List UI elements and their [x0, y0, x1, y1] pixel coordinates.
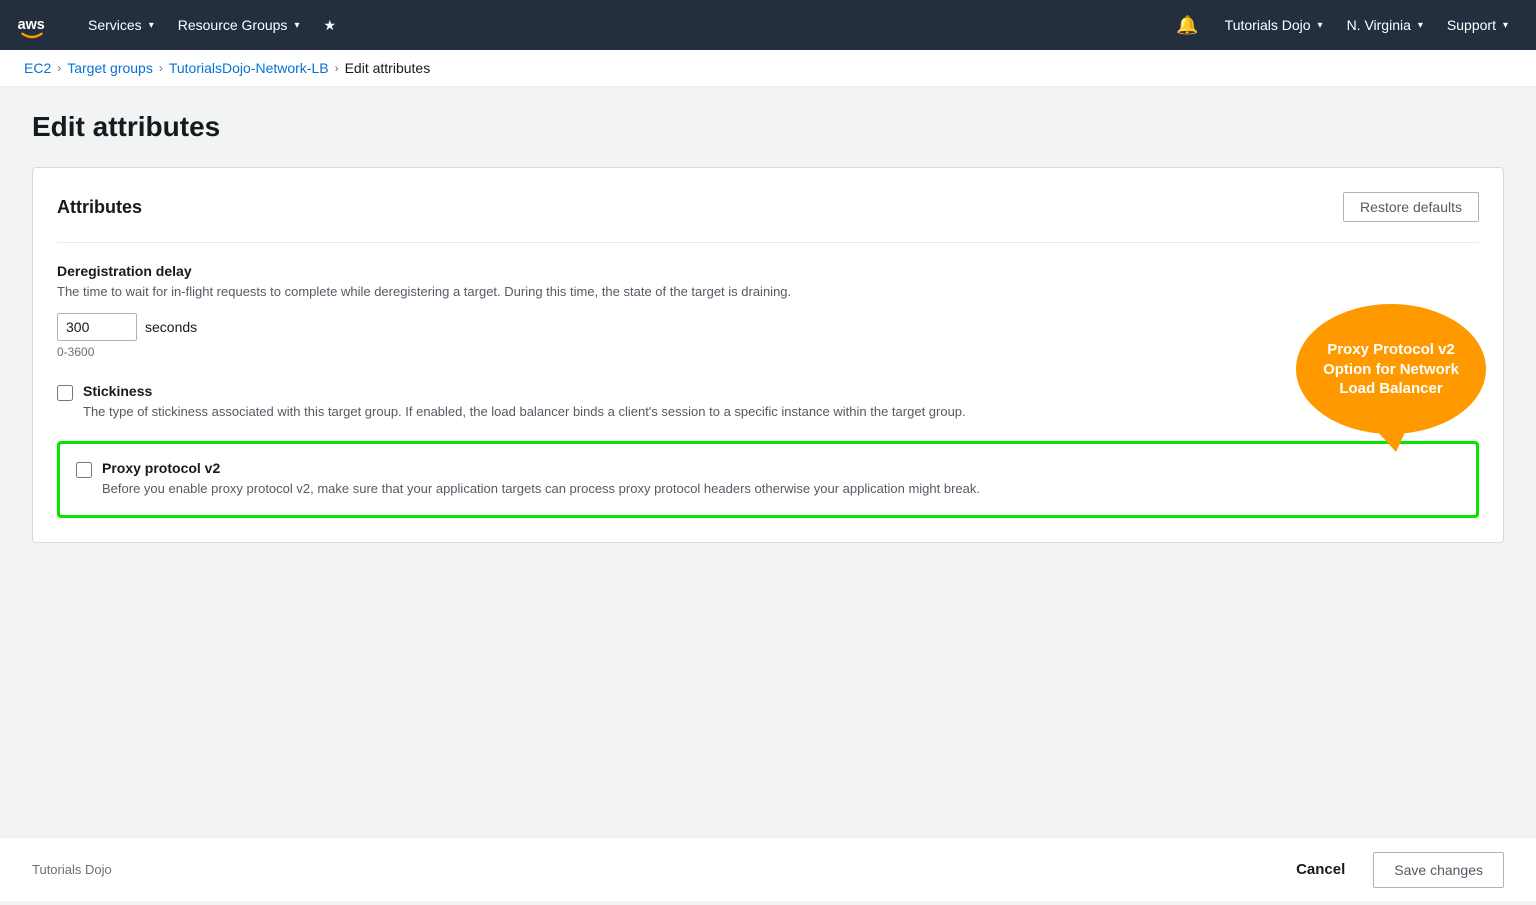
- attributes-card: Attributes Restore defaults Deregistrati…: [32, 167, 1504, 543]
- services-chevron-icon: ▾: [149, 20, 154, 31]
- stickiness-desc: The type of stickiness associated with t…: [83, 403, 966, 421]
- speech-bubble: Proxy Protocol v2 Option for Network Loa…: [1296, 304, 1486, 434]
- stickiness-label: Stickiness: [83, 383, 966, 399]
- stickiness-row: Stickiness The type of stickiness associ…: [57, 383, 1479, 421]
- footer: Tutorials Dojo Cancel Save changes: [0, 837, 1536, 901]
- proxy-protocol-content: Proxy protocol v2 Before you enable prox…: [102, 460, 980, 498]
- footer-brand: Tutorials Dojo: [32, 862, 112, 877]
- save-changes-button[interactable]: Save changes: [1373, 852, 1504, 888]
- region-chevron-icon: ▾: [1418, 20, 1423, 31]
- breadcrumb-sep-3: ›: [335, 61, 339, 75]
- svg-text:aws: aws: [18, 17, 45, 33]
- bookmark-icon: ★: [323, 17, 336, 34]
- card-title: Attributes: [57, 197, 142, 218]
- breadcrumb-current: Edit attributes: [345, 60, 431, 76]
- breadcrumb: EC2 › Target groups › TutorialsDojo-Netw…: [0, 50, 1536, 87]
- breadcrumb-lb[interactable]: TutorialsDojo-Network-LB: [169, 60, 329, 76]
- support-chevron-icon: ▾: [1503, 20, 1508, 31]
- proxy-protocol-desc: Before you enable proxy protocol v2, mak…: [102, 480, 980, 498]
- footer-actions: Cancel Save changes: [1284, 852, 1504, 888]
- breadcrumb-sep-2: ›: [159, 61, 163, 75]
- deregistration-input[interactable]: [57, 313, 137, 341]
- nav-region[interactable]: N. Virginia ▾: [1335, 0, 1435, 50]
- breadcrumb-ec2[interactable]: EC2: [24, 60, 51, 76]
- deregistration-unit: seconds: [145, 319, 197, 335]
- stickiness-checkbox[interactable]: [57, 385, 73, 401]
- proxy-protocol-section: Proxy Protocol v2 Option for Network Loa…: [57, 441, 1479, 517]
- cancel-button[interactable]: Cancel: [1284, 853, 1357, 886]
- speech-bubble-text: Proxy Protocol v2 Option for Network Loa…: [1312, 340, 1470, 399]
- resource-groups-chevron-icon: ▾: [294, 20, 299, 31]
- restore-defaults-button[interactable]: Restore defaults: [1343, 192, 1479, 222]
- nav-services[interactable]: Services ▾: [76, 0, 166, 50]
- deregistration-range: 0-3600: [57, 345, 1479, 359]
- proxy-protocol-row: Proxy protocol v2 Before you enable prox…: [76, 460, 1460, 498]
- nav-resource-groups[interactable]: Resource Groups ▾: [166, 0, 312, 50]
- deregistration-title: Deregistration delay: [57, 263, 1479, 279]
- speech-bubble-container: Proxy Protocol v2 Option for Network Loa…: [1296, 304, 1496, 434]
- page-title: Edit attributes: [32, 111, 1504, 143]
- bell-icon[interactable]: 🔔: [1162, 0, 1212, 50]
- divider: [57, 242, 1479, 243]
- deregistration-input-row: seconds: [57, 313, 1479, 341]
- breadcrumb-sep-1: ›: [57, 61, 61, 75]
- deregistration-desc: The time to wait for in-flight requests …: [57, 283, 1479, 301]
- stickiness-content: Stickiness The type of stickiness associ…: [83, 383, 966, 421]
- nav-bookmark[interactable]: ★: [311, 0, 348, 50]
- proxy-protocol-label: Proxy protocol v2: [102, 460, 980, 476]
- breadcrumb-target-groups[interactable]: Target groups: [67, 60, 153, 76]
- nav-tutorials-dojo[interactable]: Tutorials Dojo ▾: [1213, 0, 1335, 50]
- proxy-protocol-checkbox[interactable]: [76, 462, 92, 478]
- stickiness-section: Stickiness The type of stickiness associ…: [57, 383, 1479, 421]
- tutorials-dojo-chevron-icon: ▾: [1318, 20, 1323, 31]
- nav-support[interactable]: Support ▾: [1435, 0, 1520, 50]
- navbar: aws Services ▾ Resource Groups ▾ ★ 🔔 Tut…: [0, 0, 1536, 50]
- aws-logo[interactable]: aws: [16, 9, 64, 41]
- nav-right: 🔔 Tutorials Dojo ▾ N. Virginia ▾ Support…: [1162, 0, 1520, 50]
- page-content: Edit attributes Attributes Restore defau…: [0, 87, 1536, 837]
- card-header: Attributes Restore defaults: [57, 192, 1479, 222]
- deregistration-section: Deregistration delay The time to wait fo…: [57, 263, 1479, 359]
